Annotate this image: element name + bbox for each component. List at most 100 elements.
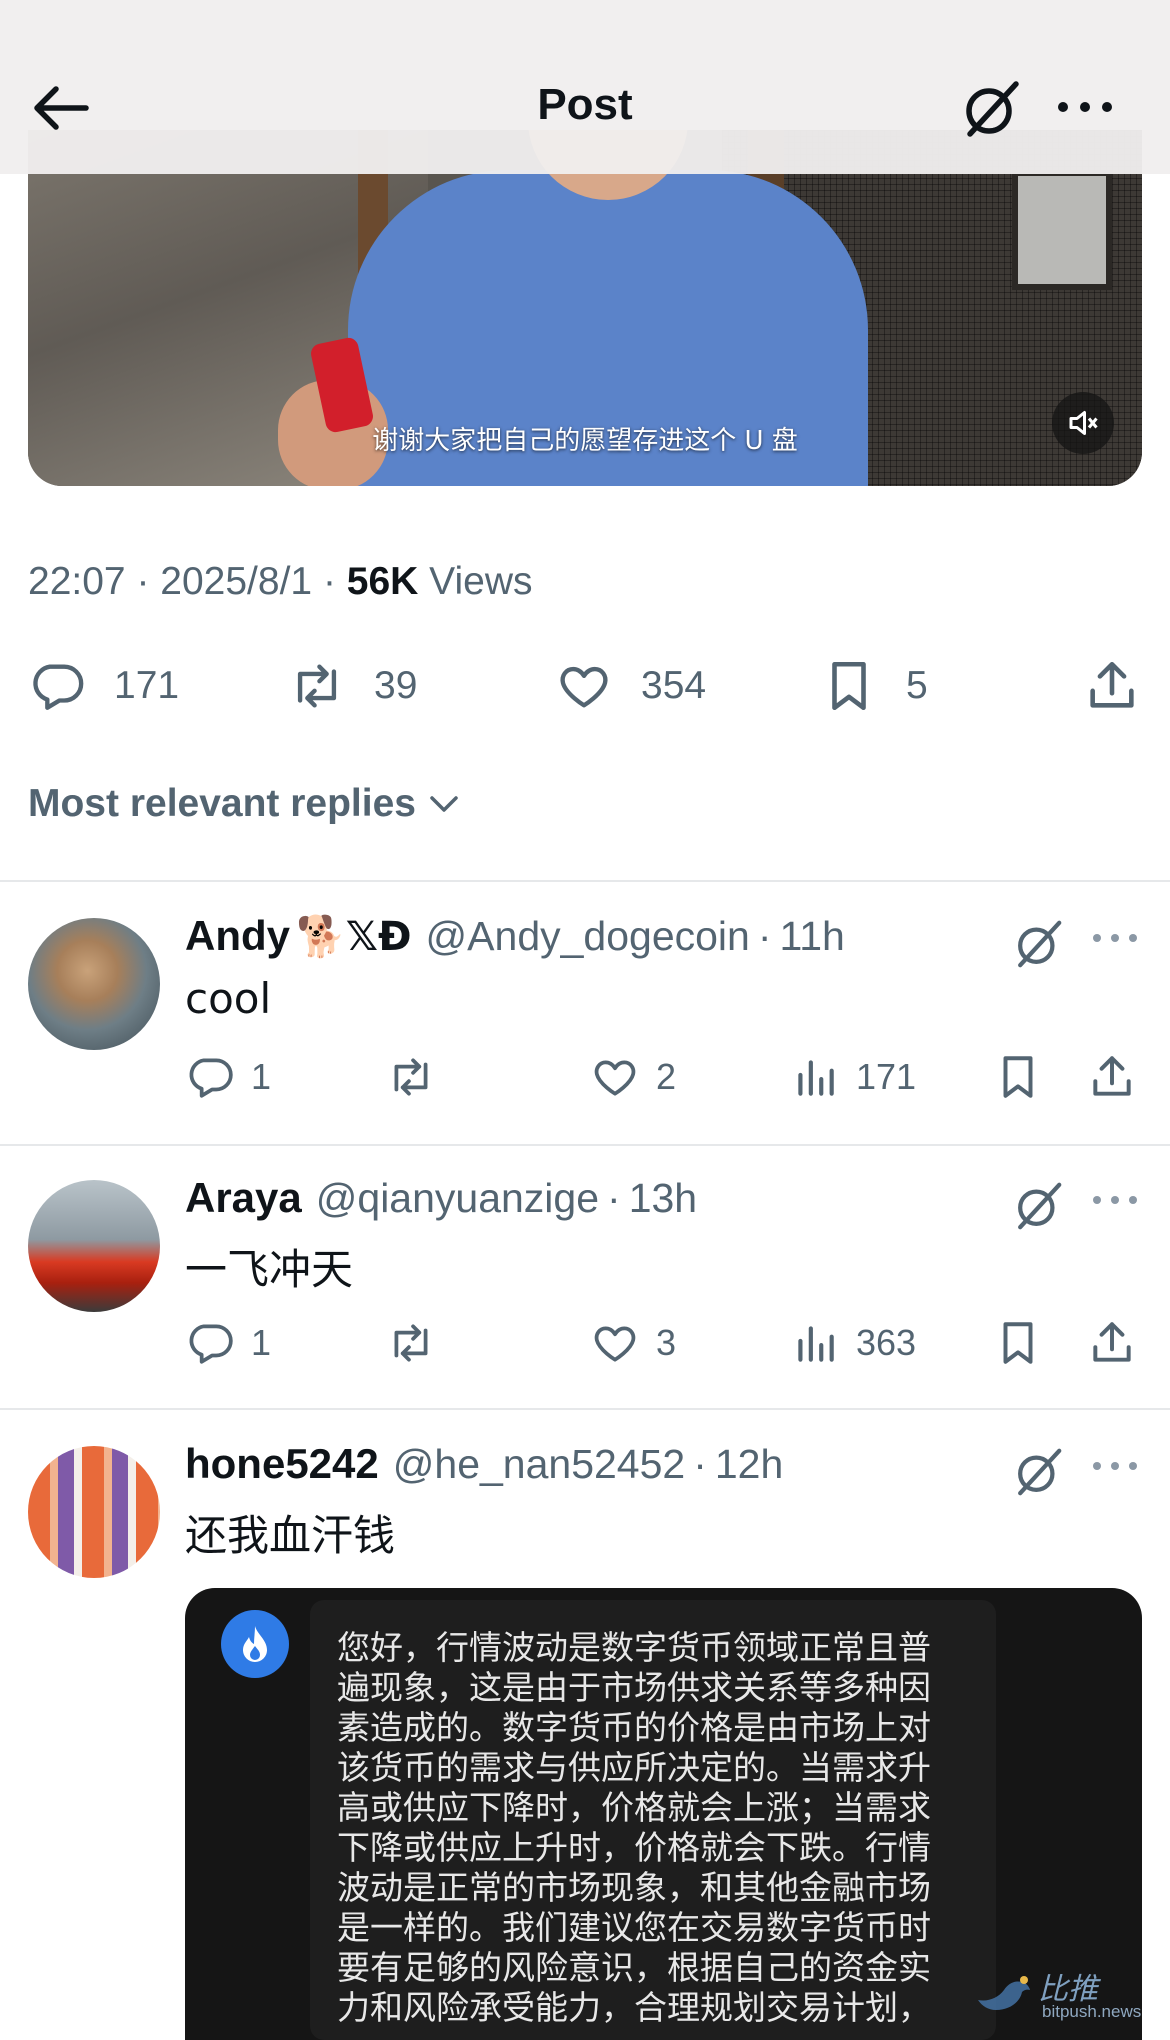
reply-header: Araya @qianyuanzige · 13h [185,1174,698,1222]
analytics-bars-icon [798,1060,834,1096]
grok-icon[interactable] [1010,1444,1066,1500]
post-date: 2025/8/1 [160,560,313,603]
reply-time: 12h [714,1441,784,1487]
more-options-icon[interactable] [1090,1188,1140,1212]
exchange-logo-icon [221,1610,289,1678]
reply-repost-button[interactable] [386,1318,436,1368]
reply-author-name[interactable]: Araya [185,1174,302,1222]
reply-views-button[interactable]: 363 [790,1318,916,1368]
avatar[interactable] [28,918,160,1050]
repost-icon [394,1058,428,1096]
repost-icon [297,664,337,708]
reply-author-handle[interactable]: @qianyuanzige [316,1175,599,1222]
more-options-icon[interactable] [1055,92,1115,122]
analytics-bars-icon [798,1326,834,1362]
reply-repost-button[interactable] [386,1052,436,1102]
more-options-icon[interactable] [1090,926,1140,950]
reply-icon [33,664,84,710]
repost-count: 39 [374,664,418,707]
chat-line: 要有足够的风险意识，根据自己的资金实 [337,1948,931,1987]
divider [0,880,1170,882]
bookmark-icon [1003,1322,1033,1364]
chat-line: 力和风险承受能力，合理规划交易计划， [337,1988,931,2027]
bookmark-icon [1003,1056,1033,1098]
share-icon [1093,1056,1131,1096]
reply-header: Andy 🐕𝕏Đ @Andy_dogecoin · 11h [185,912,845,960]
grok-icon[interactable] [958,76,1024,142]
reply-header: hone5242 @he_nan52452 · 12h [185,1440,784,1488]
chat-line: 是一样的。我们建议您在交易数字货币时 [337,1908,931,1947]
replies-sort-label: Most relevant replies [28,782,416,825]
avatar[interactable] [28,1446,160,1578]
chat-line: 下降或供应上升时，价格就会下跌。行情 [337,1828,931,1867]
reply-button[interactable]: 171 [28,650,179,722]
share-icon [1090,661,1134,708]
heart-icon [594,1326,636,1362]
avatar[interactable] [28,1180,160,1312]
repost-icon [394,1324,428,1362]
divider [0,1144,1170,1146]
post-time: 22:07 [28,560,126,603]
reply-like-button[interactable]: 2 [590,1052,676,1102]
chat-line: 高或供应下降时，价格就会上涨；当需求 [337,1788,931,1827]
like-count: 354 [641,664,707,707]
chat-bubble-text: 您好，行情波动是数字货币领域正常且普 遍现象，这是由于市场供求关系等多种因 素造… [337,1628,977,2028]
top-navigation-bar: Post [0,0,1170,174]
like-button[interactable]: 354 [555,650,706,722]
reply-like-button[interactable]: 3 [590,1318,676,1368]
reply-bookmark-button[interactable] [993,1052,1043,1102]
chat-line: 该货币的需求与供应所决定的。当需求升 [337,1748,931,1787]
like-count: 3 [656,1322,677,1363]
replies-sort-dropdown[interactable]: Most relevant replies [28,782,462,826]
watermark-url: bitpush.news [1042,2002,1142,2021]
post-video[interactable]: 谢谢大家把自己的愿望存进这个 U 盘 [28,130,1142,486]
reply-count: 1 [251,1056,272,1097]
divider [0,1408,1170,1410]
post-action-bar: 171 39 354 5 [0,650,1170,722]
reply-author-name[interactable]: Andy [185,912,290,960]
reply-count: 1 [251,1322,272,1363]
reply-reply-button[interactable]: 1 [185,1052,271,1102]
reply-icon [189,1058,233,1098]
reply-text: 一飞冲天 [185,1245,354,1294]
reply-icon [189,1324,233,1364]
view-count: 171 [856,1056,917,1097]
reply-share-button[interactable] [1087,1052,1137,1102]
views-label: Views [429,560,533,603]
video-background-window [1012,170,1112,290]
mute-button[interactable] [1052,392,1114,454]
heart-icon [594,1060,636,1096]
reply-author-name[interactable]: hone5242 [185,1440,379,1488]
muted-speaker-icon [1069,411,1098,435]
chevron-down-icon [430,796,458,812]
bookmark-button[interactable]: 5 [820,650,928,722]
bird-logo-icon [978,1976,1030,2010]
reply-bookmark-button[interactable] [993,1318,1043,1368]
video-caption: 谢谢大家把自己的愿望存进这个 U 盘 [372,426,798,456]
bookmark-icon [832,661,866,711]
share-icon [1093,1322,1131,1362]
chat-line: 您好，行情波动是数字货币领域正常且普 [337,1628,931,1667]
reply-author-handle[interactable]: @he_nan52452 [393,1441,685,1488]
reply-text: cool [185,974,272,1023]
like-count: 2 [656,1056,677,1097]
grok-icon[interactable] [1010,1178,1066,1234]
watermark: 比推 bitpush.news [970,1964,1170,2024]
reply-author-handle[interactable]: @Andy_dogecoin [426,913,750,960]
chat-line: 遍现象，这是由于市场供求关系等多种因 [337,1668,931,1707]
chat-line: 波动是正常的市场现象，和其他金融市场 [337,1868,931,1907]
reply-count: 171 [114,664,180,707]
bookmark-count: 5 [906,664,928,707]
grok-icon[interactable] [1010,916,1066,972]
reply-time: 13h [628,1175,698,1221]
repost-button[interactable]: 39 [288,650,417,722]
reply-views-button[interactable]: 171 [790,1052,916,1102]
views-count: 56K [346,560,419,603]
reply-reply-button[interactable]: 1 [185,1318,271,1368]
reply-share-button[interactable] [1087,1318,1137,1368]
reply-text: 还我血汗钱 [185,1511,396,1560]
chat-line: 素造成的。数字货币的价格是由市场上对 [337,1708,931,1747]
heart-icon [560,666,608,708]
more-options-icon[interactable] [1090,1454,1140,1478]
share-button[interactable] [1083,650,1141,722]
